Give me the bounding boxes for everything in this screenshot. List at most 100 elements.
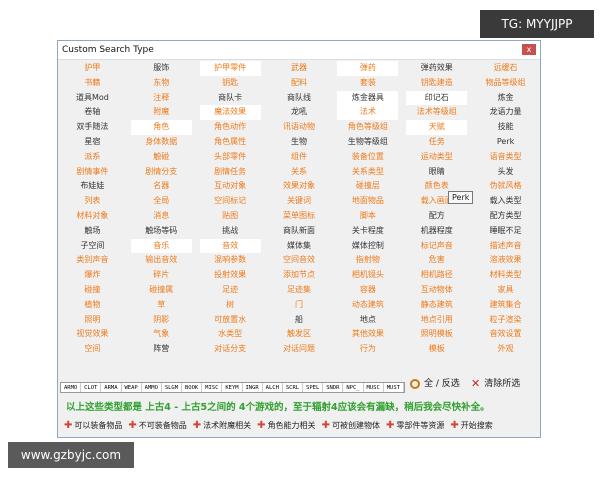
record-type-option[interactable]: Perk <box>475 135 536 150</box>
record-type-option[interactable]: 天赋 <box>406 120 468 135</box>
record-type-option[interactable]: 运动类型 <box>406 150 467 165</box>
record-type-option[interactable]: 剧情分支 <box>131 165 192 180</box>
clear-selection-button[interactable]: ✕ 清除所选 <box>471 377 520 391</box>
record-type-option[interactable]: 媒体控制 <box>337 239 398 254</box>
record-type-option[interactable]: 配料 <box>269 76 330 91</box>
record-type-option[interactable]: 附魔 <box>131 105 192 120</box>
record-type-option[interactable]: 睡眠不足 <box>475 224 536 239</box>
record-type-option[interactable]: 挑战 <box>200 224 261 239</box>
record-type-option[interactable]: 音乐 <box>130 238 192 254</box>
record-type-option[interactable]: 足迹 <box>200 283 261 298</box>
signature-tab[interactable]: NPC_ <box>343 383 364 392</box>
signature-tab[interactable]: SLGM <box>162 383 183 392</box>
record-type-option[interactable]: 载入类型 <box>475 194 536 209</box>
record-type-option[interactable]: 草 <box>131 298 192 313</box>
record-type-option[interactable]: 气象 <box>131 327 192 342</box>
record-type-option[interactable]: 触碰 <box>131 150 192 165</box>
record-type-option[interactable]: 护甲零件 <box>199 61 261 76</box>
record-type-option[interactable]: 列表 <box>62 194 123 209</box>
record-type-option[interactable]: 碰撞属 <box>131 283 192 298</box>
record-type-option[interactable]: 钥匙 <box>200 76 261 91</box>
signature-tab[interactable]: WEAP <box>122 383 142 392</box>
signature-tab[interactable]: CLOT <box>81 383 102 392</box>
record-type-option[interactable]: 东物 <box>131 76 192 91</box>
record-type-option[interactable]: 互动对象 <box>200 179 261 194</box>
record-type-option[interactable]: 角色属性 <box>200 135 261 150</box>
record-type-option[interactable]: 讯语动物 <box>269 120 330 135</box>
record-type-option[interactable]: 对话分支 <box>200 342 261 357</box>
record-type-option[interactable]: 钥匙建造 <box>406 76 467 91</box>
signature-tab[interactable]: MISC <box>202 383 223 392</box>
record-type-option[interactable]: 空间标记 <box>200 194 261 209</box>
record-type-option[interactable]: 头部零件 <box>200 150 261 165</box>
record-type-option[interactable]: 门 <box>269 298 330 313</box>
signature-tab[interactable]: SPEL <box>303 383 324 392</box>
record-type-option[interactable]: 护甲 <box>62 61 123 76</box>
record-type-option[interactable]: 触场 <box>62 224 123 239</box>
record-type-option[interactable]: 印记石 <box>406 90 468 106</box>
record-type-option[interactable]: 投射效果 <box>200 268 261 283</box>
record-type-option[interactable]: 弹药效果 <box>406 61 467 76</box>
record-type-option[interactable]: 指射物 <box>337 253 398 268</box>
record-type-option[interactable]: 危害 <box>406 253 467 268</box>
record-type-option[interactable]: 关键词 <box>269 194 330 209</box>
record-type-option[interactable]: 脚本 <box>337 209 398 224</box>
record-type-option[interactable]: 任务 <box>406 135 467 150</box>
record-type-option[interactable]: 船 <box>269 313 330 328</box>
record-type-option[interactable]: 材料类型 <box>475 268 536 283</box>
record-type-option[interactable]: 远缓石 <box>475 61 536 76</box>
record-type-option[interactable]: 空间音效 <box>269 253 330 268</box>
record-type-option[interactable]: 商队线 <box>269 91 330 106</box>
record-type-option[interactable]: 道具Mod <box>62 91 123 106</box>
start-search-button[interactable]: ✚ 开始搜索 <box>450 420 492 431</box>
record-type-option[interactable]: 全局 <box>131 194 192 209</box>
record-type-option[interactable]: 触发区 <box>269 327 330 342</box>
signature-tab[interactable]: ARMA <box>101 383 122 392</box>
record-type-option[interactable]: 头发 <box>475 165 536 180</box>
record-type-option[interactable]: 爆炸 <box>62 268 123 283</box>
toggle-select-button[interactable]: 全 / 反选 <box>410 377 460 391</box>
record-type-option[interactable]: 材料对象 <box>62 209 123 224</box>
record-type-option[interactable]: 法术 <box>337 105 399 121</box>
record-type-option[interactable]: 地面物品 <box>337 194 398 209</box>
record-type-option[interactable]: 阵营 <box>131 342 192 357</box>
record-type-option[interactable]: 互动物体 <box>406 283 467 298</box>
record-type-option[interactable]: 星宿 <box>62 135 123 150</box>
record-type-option[interactable]: 书籍 <box>62 76 123 91</box>
record-type-option[interactable]: 双手随法 <box>62 120 123 135</box>
record-type-option[interactable]: 可放置水 <box>200 313 261 328</box>
close-button[interactable]: x <box>522 44 536 55</box>
record-type-option[interactable]: 家具 <box>475 283 536 298</box>
signature-tab[interactable]: SNDR <box>323 383 344 392</box>
record-type-option[interactable]: 地点引用 <box>406 313 467 328</box>
record-type-option[interactable]: 阴影 <box>131 313 192 328</box>
signature-tab[interactable]: KEYM <box>222 383 243 392</box>
record-type-option[interactable]: 关系 <box>269 165 330 180</box>
record-type-option[interactable]: 剧情任务 <box>200 165 261 180</box>
record-type-option[interactable]: 类别声音 <box>62 253 123 268</box>
record-type-option[interactable]: 龙吼 <box>269 105 330 120</box>
record-type-option[interactable]: 植物 <box>62 298 123 313</box>
signature-tab[interactable]: SCRL <box>283 383 304 392</box>
record-type-option[interactable]: 商队新面 <box>269 224 330 239</box>
record-type-option[interactable]: 关系类型 <box>337 165 398 180</box>
record-type-option[interactable]: 音效 <box>199 238 261 254</box>
record-type-option[interactable]: 注释 <box>131 91 192 106</box>
record-type-option[interactable]: 空间 <box>62 342 123 357</box>
record-type-option[interactable]: 添加节点 <box>269 268 330 283</box>
record-type-option[interactable]: 物品等级组 <box>475 76 536 91</box>
record-type-option[interactable]: 布娃娃 <box>62 179 123 194</box>
record-type-option[interactable]: 技能 <box>475 120 536 135</box>
record-type-option[interactable]: 关卡程度 <box>337 224 398 239</box>
record-type-option[interactable]: 伪就风格 <box>475 179 536 194</box>
record-type-option[interactable]: 眼睛 <box>406 165 467 180</box>
record-type-option[interactable]: 其他效果 <box>337 327 398 342</box>
record-type-option[interactable]: 生物 <box>269 135 330 150</box>
record-type-option[interactable]: 粒子渲染 <box>475 313 536 328</box>
record-type-option[interactable]: 碎片 <box>131 268 192 283</box>
record-type-option[interactable]: 配方类型 <box>475 209 536 224</box>
record-type-option[interactable]: 相机路径 <box>406 268 467 283</box>
record-type-option[interactable]: 外观 <box>475 342 536 357</box>
record-type-option[interactable]: 树 <box>200 298 261 313</box>
signature-tab[interactable]: AMMO <box>142 383 162 392</box>
